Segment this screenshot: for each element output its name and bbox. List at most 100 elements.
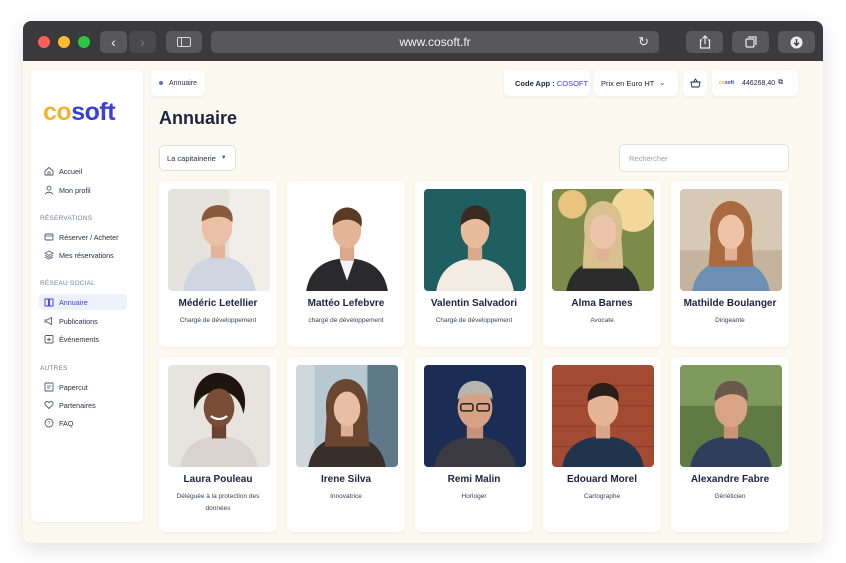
sidebar-item-label: Accueil xyxy=(59,166,83,176)
person-card[interactable]: Alma Barnes Avocate xyxy=(543,181,661,347)
breadcrumb-label: Annuaire xyxy=(169,79,198,87)
person-name: Alma Barnes xyxy=(571,298,633,309)
chevron-right-icon: › xyxy=(140,34,145,50)
person-card[interactable]: Mattéo Lefebvre chargé de développement xyxy=(287,181,405,347)
chevron-down-icon: ⌄ xyxy=(659,80,666,87)
user-icon xyxy=(43,185,54,196)
sidebar-item-reserver[interactable]: Réserver / Acheter xyxy=(39,229,127,245)
price-mode-select[interactable]: Prix en Euro HT ⌄ xyxy=(594,70,678,96)
price-mode-label: Prix en Euro HT xyxy=(601,78,655,88)
sidebar-toggle-button[interactable] xyxy=(166,31,202,53)
sidebar-item-label: Partenaires xyxy=(59,400,96,410)
back-button[interactable]: ‹ xyxy=(100,31,127,53)
book-icon xyxy=(43,297,54,308)
layers-icon xyxy=(43,250,54,261)
basket-icon xyxy=(689,78,701,88)
person-card[interactable]: Remi Malin Horloger xyxy=(415,357,533,532)
wallet-amount: 446268,40 xyxy=(742,79,776,87)
person-card[interactable]: Alexandre Fabre Généticien xyxy=(671,357,789,532)
person-role: chargé de développement xyxy=(308,317,384,324)
person-name: Valentin Salvadori xyxy=(430,298,518,309)
sidebar-item-mes-reservations[interactable]: Mes réservations xyxy=(39,247,127,263)
person-role: Avocate xyxy=(590,317,614,324)
cosoft-logo[interactable]: cosoft xyxy=(43,98,116,127)
sidebar-icon xyxy=(177,37,191,47)
share-button[interactable] xyxy=(686,31,723,53)
person-card[interactable]: Edouard Morel Cartographe xyxy=(543,357,661,532)
person-photo xyxy=(296,189,398,291)
svg-text:?: ? xyxy=(47,421,50,427)
person-name: Remi Malin xyxy=(447,474,501,485)
person-name: Mattéo Lefebvre xyxy=(307,298,385,309)
sidebar-item-faq[interactable]: ? FAQ xyxy=(39,415,127,431)
forward-button[interactable]: › xyxy=(129,31,156,53)
close-window-button[interactable] xyxy=(38,36,50,48)
person-name: Laura Pouleau xyxy=(183,474,253,485)
breadcrumb-dot-icon xyxy=(159,81,163,85)
page-content: cosoft Accueil Mon profil RÉSERVATIONS R… xyxy=(23,61,823,543)
help-icon: ? xyxy=(43,418,54,429)
address-bar[interactable]: www.cosoft.fr ↻ xyxy=(211,31,659,53)
person-name: Edouard Morel xyxy=(566,474,637,485)
basket-button[interactable] xyxy=(683,70,707,96)
home-icon xyxy=(43,166,54,177)
sidebar-item-annuaire[interactable]: Annuaire xyxy=(39,294,127,310)
megaphone-icon xyxy=(43,316,54,327)
sidebar-item-label: Publications xyxy=(59,316,98,326)
calendar-plus-icon xyxy=(43,334,54,345)
reload-icon[interactable]: ↻ xyxy=(638,34,649,50)
cart-icon xyxy=(43,232,54,243)
person-name: Médéric Letellier xyxy=(178,298,258,309)
person-photo xyxy=(680,189,782,291)
sidebar-item-label: Papercut xyxy=(59,382,88,392)
search-input[interactable] xyxy=(619,144,789,172)
browser-window: ‹ › www.cosoft.fr ↻ cosoft Accueil Mon p… xyxy=(23,21,823,543)
person-photo xyxy=(552,365,654,467)
sidebar-section-social: RÉSEAU SOCIAL xyxy=(40,280,95,287)
sidebar-item-accueil[interactable]: Accueil xyxy=(39,163,127,179)
sidebar-item-papercut[interactable]: Papercut xyxy=(39,379,127,395)
person-photo xyxy=(296,365,398,467)
person-card[interactable]: Médéric Letellier Chargé de développemen… xyxy=(159,181,277,347)
person-name: Irene Silva xyxy=(320,474,372,485)
person-role: Dirigeante xyxy=(715,317,745,324)
person-photo xyxy=(168,189,270,291)
person-role: Généticien xyxy=(714,493,746,500)
code-app-value: COSOFT xyxy=(556,78,589,88)
sidebar-item-label: Réserver / Acheter xyxy=(59,232,119,242)
sidebar-item-label: FAQ xyxy=(59,418,74,428)
sidebar-item-label: Mes réservations xyxy=(59,250,114,260)
chevron-left-icon: ‹ xyxy=(111,34,116,50)
person-photo xyxy=(168,365,270,467)
heart-icon xyxy=(43,400,54,411)
wallet-brand: cosoft xyxy=(719,80,735,86)
person-role: Innovatrice xyxy=(330,493,362,500)
download-icon xyxy=(790,36,803,48)
sidebar-item-publications[interactable]: Publications xyxy=(39,313,127,329)
code-app-chip[interactable]: Code App : COSOFT xyxy=(504,70,590,96)
person-name: Mathilde Boulanger xyxy=(683,298,777,309)
person-card[interactable]: Laura Pouleau Déléguée à la protection d… xyxy=(159,357,277,532)
person-photo xyxy=(424,365,526,467)
share-icon xyxy=(699,35,710,49)
person-card[interactable]: Mathilde Boulanger Dirigeante xyxy=(671,181,789,347)
printer-icon xyxy=(43,382,54,393)
downloads-button[interactable] xyxy=(778,31,815,53)
person-role: Cartographe xyxy=(583,493,621,500)
breadcrumb[interactable]: Annuaire xyxy=(151,70,206,96)
minimize-window-button[interactable] xyxy=(58,36,70,48)
coins-icon: ⧉ xyxy=(778,79,784,86)
sidebar-item-mon-profil[interactable]: Mon profil xyxy=(39,182,127,198)
sidebar-item-partenaires[interactable]: Partenaires xyxy=(39,397,127,413)
tabs-button[interactable] xyxy=(732,31,769,53)
location-filter-select[interactable]: La capitainerie ▼ xyxy=(159,145,236,171)
browser-titlebar: ‹ › www.cosoft.fr ↻ xyxy=(23,21,823,61)
person-card[interactable]: Valentin Salvadori Chargé de développeme… xyxy=(415,181,533,347)
maximize-window-button[interactable] xyxy=(78,36,90,48)
sidebar-item-evenements[interactable]: Événements xyxy=(39,331,127,347)
person-card[interactable]: Irene Silva Innovatrice xyxy=(287,357,405,532)
wallet-balance-chip[interactable]: cosoft 446268,40 ⧉ xyxy=(712,70,798,96)
person-photo xyxy=(424,189,526,291)
logo-part-co: co xyxy=(43,98,72,126)
person-role: Chargé de développement xyxy=(179,317,257,324)
